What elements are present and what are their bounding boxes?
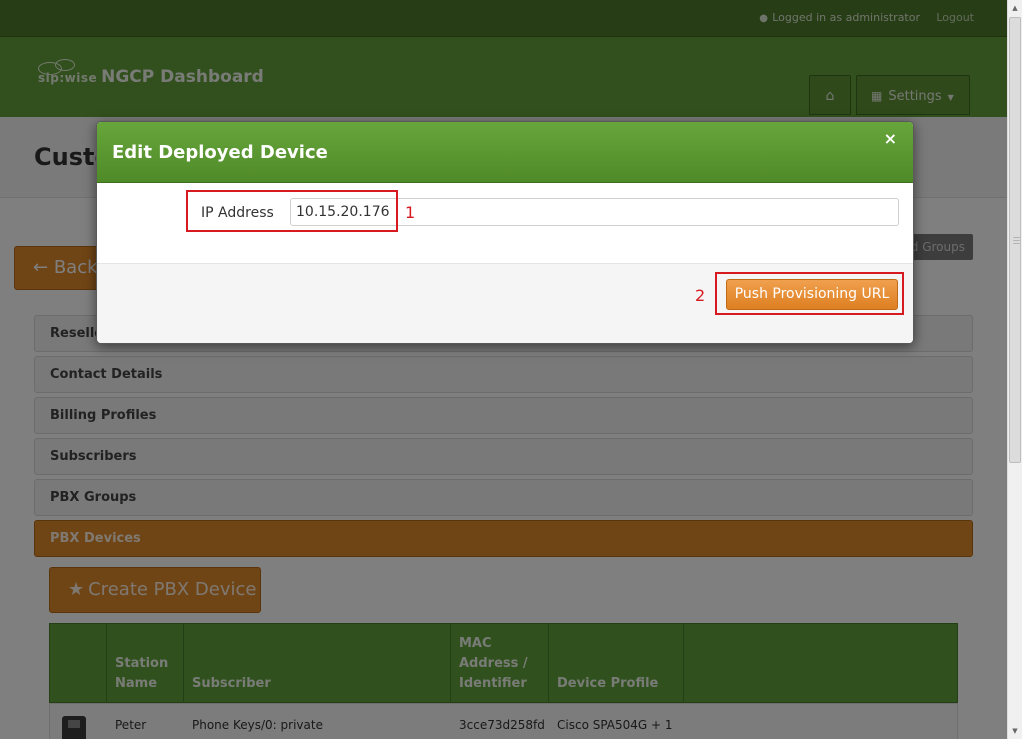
annotation-step-2: 2	[695, 286, 706, 305]
close-icon[interactable]: ×	[884, 129, 897, 148]
dialog-footer: 2 Push Provisioning URL	[97, 263, 913, 343]
annotation-step-1: 1	[405, 203, 416, 222]
edit-deployed-device-dialog: Edit Deployed Device × IP Address 1 2 Pu…	[96, 121, 914, 344]
dialog-body: IP Address 1	[97, 183, 913, 263]
vertical-scrollbar[interactable]: ▲ — — — ▼	[1007, 0, 1022, 739]
scroll-thumb[interactable]: — — —	[1009, 17, 1021, 463]
dialog-header: Edit Deployed Device ×	[97, 122, 913, 183]
dialog-title: Edit Deployed Device	[112, 142, 328, 163]
page: ●Logged in as administrator Logout sip:w…	[0, 0, 1007, 739]
scroll-up-arrow-icon[interactable]: ▲	[1008, 0, 1022, 16]
grip-icon: — — —	[1013, 233, 1020, 247]
push-provisioning-url-button[interactable]: Push Provisioning URL	[726, 279, 898, 310]
scroll-down-arrow-icon[interactable]: ▼	[1008, 723, 1022, 739]
annotation-highlight-ip	[186, 190, 398, 232]
modal-backdrop[interactable]	[0, 0, 1007, 739]
